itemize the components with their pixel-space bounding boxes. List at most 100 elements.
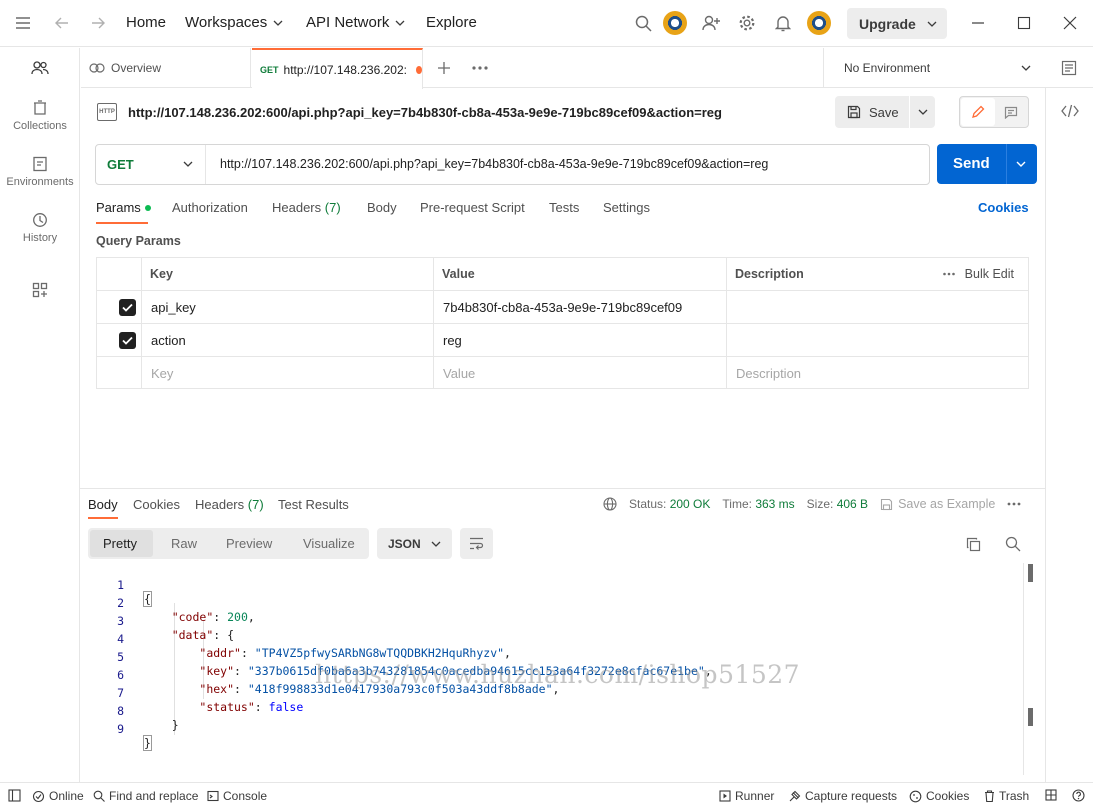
send-button[interactable]: Send — [937, 144, 1037, 184]
new-tab-plus-icon[interactable] — [433, 57, 455, 79]
view-mode-toggle[interactable] — [959, 96, 1029, 128]
menu-icon[interactable] — [12, 12, 34, 34]
request-title[interactable]: http://107.148.236.202:600/api.php?api_k… — [128, 105, 722, 120]
online-status[interactable]: Online — [32, 789, 84, 803]
row-checkbox[interactable] — [119, 332, 136, 349]
code-text: } — [143, 735, 152, 751]
param-key-cell[interactable]: action — [142, 324, 186, 356]
response-divider[interactable] — [80, 488, 1045, 489]
nav-home[interactable]: Home — [126, 14, 166, 31]
copy-icon[interactable] — [962, 533, 984, 555]
tab-request[interactable]: GET http://107.148.236.202: — [252, 48, 423, 89]
param-key-cell[interactable]: api_key — [142, 291, 196, 323]
sidebar-item-history[interactable]: History — [0, 212, 80, 244]
forward-arrow-icon[interactable] — [87, 12, 109, 34]
nav-workspaces-label: Workspaces — [185, 14, 268, 31]
response-tab-test-results[interactable]: Test Results — [278, 497, 349, 512]
code-scrollbar[interactable] — [1023, 563, 1035, 775]
nav-workspaces[interactable]: Workspaces — [185, 14, 283, 31]
cookies-link[interactable]: Cookies — [978, 200, 1029, 215]
trash[interactable]: Trash — [984, 789, 1029, 803]
save-as-example-button[interactable]: Save as Example — [880, 497, 995, 511]
invite-user-icon[interactable] — [700, 12, 722, 34]
tab-headers-count: (7) — [324, 200, 341, 215]
runner[interactable]: Runner — [719, 789, 774, 803]
environment-quick-look-icon[interactable] — [1058, 57, 1080, 79]
table-header-row: Key Value Description Bulk Edit — [97, 258, 1028, 291]
sidebar-item-configure[interactable] — [0, 282, 80, 302]
save-as-example-label: Save as Example — [898, 497, 996, 511]
code-snippet-icon[interactable] — [1059, 100, 1081, 122]
sidebar-item-team[interactable] — [0, 60, 80, 80]
tab-authorization[interactable]: Authorization — [172, 200, 248, 215]
tab-body[interactable]: Body — [367, 200, 397, 215]
response-tab-body[interactable]: Body — [88, 497, 118, 512]
search-icon[interactable] — [1002, 533, 1024, 555]
active-tab-underline — [88, 517, 118, 519]
team-avatar[interactable] — [663, 11, 687, 35]
help-icon[interactable] — [1072, 789, 1085, 802]
tab-headers[interactable]: Headers (7) — [272, 200, 341, 215]
new-description-input[interactable]: Description — [727, 357, 801, 389]
language-select[interactable]: JSON — [377, 528, 452, 559]
format-preview[interactable]: Preview — [226, 536, 272, 551]
chevron-down-icon — [431, 541, 441, 547]
tab-settings[interactable]: Settings — [603, 200, 650, 215]
param-value-cell[interactable]: reg — [434, 324, 462, 356]
chevron-down-icon[interactable] — [1016, 159, 1026, 169]
capture-requests[interactable]: Capture requests — [788, 789, 897, 803]
gear-icon[interactable] — [736, 12, 758, 34]
bulk-edit[interactable]: Bulk Edit — [942, 258, 1014, 290]
format-visualize[interactable]: Visualize — [303, 536, 355, 551]
sidebar-item-label: History — [22, 232, 58, 244]
tab-prerequest-script[interactable]: Pre-request Script — [420, 200, 525, 215]
environment-label: No Environment — [844, 61, 931, 75]
edit-pencil-icon[interactable] — [961, 98, 995, 126]
nav-explore[interactable]: Explore — [426, 14, 477, 31]
tab-tests[interactable]: Tests — [549, 200, 579, 215]
upgrade-button[interactable]: Upgrade — [847, 8, 947, 39]
row-checkbox[interactable] — [119, 299, 136, 316]
size-info[interactable]: Size: 406 B — [807, 497, 868, 511]
param-description-cell[interactable] — [727, 291, 736, 323]
url-input[interactable]: http://107.148.236.202:600/api.php?api_k… — [220, 157, 920, 171]
more-options-icon[interactable] — [942, 272, 955, 276]
tab-params[interactable]: Params — [96, 200, 151, 215]
response-tab-cookies[interactable]: Cookies — [133, 497, 180, 512]
new-value-input[interactable]: Value — [434, 357, 475, 389]
time-info[interactable]: Time: 363 ms — [722, 497, 794, 511]
format-raw[interactable]: Raw — [171, 536, 197, 551]
method-select[interactable]: GET — [96, 145, 206, 184]
two-pane-icon[interactable] — [1045, 789, 1057, 801]
save-button[interactable]: Save — [835, 96, 935, 128]
sidebar-item-environments[interactable]: Environments — [0, 156, 80, 188]
response-tab-headers[interactable]: Headers (7) — [195, 497, 264, 512]
more-options-icon[interactable] — [1007, 502, 1021, 506]
environment-select[interactable]: No Environment — [823, 48, 1045, 88]
cookies-footer[interactable]: Cookies — [909, 789, 969, 803]
back-arrow-icon[interactable] — [51, 12, 73, 34]
more-tabs-icon[interactable] — [469, 57, 491, 79]
layout-toggle-icon[interactable] — [8, 789, 21, 802]
maximize-icon[interactable] — [1013, 12, 1035, 34]
user-avatar[interactable] — [807, 11, 831, 35]
sidebar-item-label: Collections — [13, 120, 67, 132]
wrap-lines-button[interactable] — [460, 528, 493, 559]
minimize-icon[interactable] — [967, 12, 989, 34]
search-icon[interactable] — [632, 12, 654, 34]
status-info[interactable]: Status: 200 OK — [629, 497, 710, 511]
param-description-cell[interactable] — [727, 324, 736, 356]
param-value-cell[interactable]: 7b4b830f-cb8a-453a-9e9e-719bc89cef09 — [434, 291, 682, 323]
close-icon[interactable] — [1059, 12, 1081, 34]
new-key-input[interactable]: Key — [142, 357, 173, 389]
tab-overview[interactable]: Overview — [81, 48, 251, 88]
sidebar-item-collections[interactable]: Collections — [0, 100, 80, 132]
nav-api-network[interactable]: API Network — [306, 14, 405, 31]
bell-icon[interactable] — [772, 12, 794, 34]
globe-icon[interactable] — [603, 497, 617, 511]
find-replace[interactable]: Find and replace — [93, 789, 198, 803]
format-pretty[interactable]: Pretty — [103, 536, 137, 551]
comments-icon[interactable] — [994, 98, 1027, 126]
tabs-row: Overview GET http://107.148.236.202: No … — [81, 48, 1093, 89]
console[interactable]: Console — [207, 789, 267, 803]
